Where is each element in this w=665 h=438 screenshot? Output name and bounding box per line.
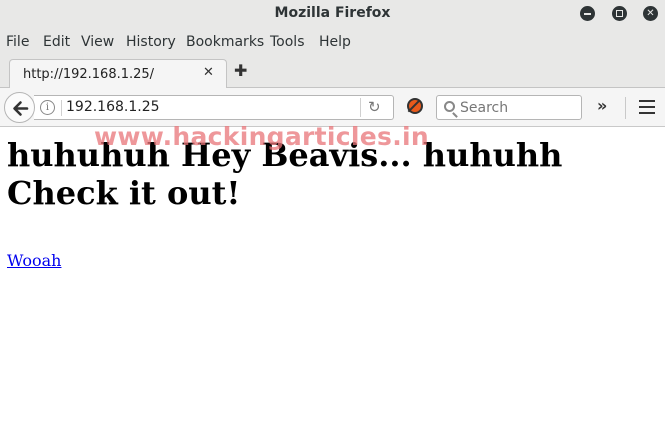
reload-icon[interactable]: ↻ [368, 98, 381, 116]
tab-close-icon[interactable]: ✕ [203, 65, 214, 80]
watermark: www.hackingarticles.in [94, 122, 429, 151]
site-info-icon[interactable]: i [40, 100, 55, 115]
overflow-chevron-icon[interactable]: » [597, 96, 607, 115]
back-button[interactable] [4, 92, 35, 123]
toolbar-divider [625, 97, 626, 119]
menu-bar: File Edit View History Bookmarks Tools H… [0, 27, 665, 55]
close-window-button[interactable]: ✕ [643, 6, 658, 21]
menu-tools[interactable]: Tools [270, 34, 305, 50]
wooah-link[interactable]: Wooah [7, 251, 61, 270]
menu-help[interactable]: Help [319, 34, 351, 50]
page-content: huhuhuh Hey Beavis... huhuhh Check it ou… [0, 122, 665, 438]
search-box[interactable] [436, 95, 582, 120]
window-title: Mozilla Firefox [274, 5, 391, 21]
search-input[interactable] [460, 97, 578, 118]
title-bar: Mozilla Firefox ✕ [0, 0, 665, 27]
search-icon [444, 101, 455, 112]
tab-active[interactable]: http://192.168.1.25/ ✕ [9, 59, 227, 89]
back-arrow-icon [13, 101, 29, 116]
url-text[interactable]: 192.168.1.25 [66, 99, 160, 115]
menu-edit[interactable]: Edit [43, 34, 70, 50]
hamburger-menu-icon[interactable] [639, 100, 655, 114]
addon-icon[interactable] [407, 98, 423, 114]
menu-history[interactable]: History [126, 34, 176, 50]
url-divider-right [360, 98, 361, 117]
menu-bookmarks[interactable]: Bookmarks [186, 34, 264, 50]
tab-label: http://192.168.1.25/ [23, 67, 155, 82]
tab-strip: http://192.168.1.25/ ✕ ✚ [0, 55, 665, 89]
url-bar[interactable]: i 192.168.1.25 ↻ [34, 95, 394, 120]
url-divider [61, 100, 62, 116]
minimize-button[interactable] [580, 6, 595, 21]
maximize-button[interactable] [612, 6, 627, 21]
menu-file[interactable]: File [6, 34, 29, 50]
menu-view[interactable]: View [81, 34, 114, 50]
new-tab-button[interactable]: ✚ [234, 61, 247, 80]
